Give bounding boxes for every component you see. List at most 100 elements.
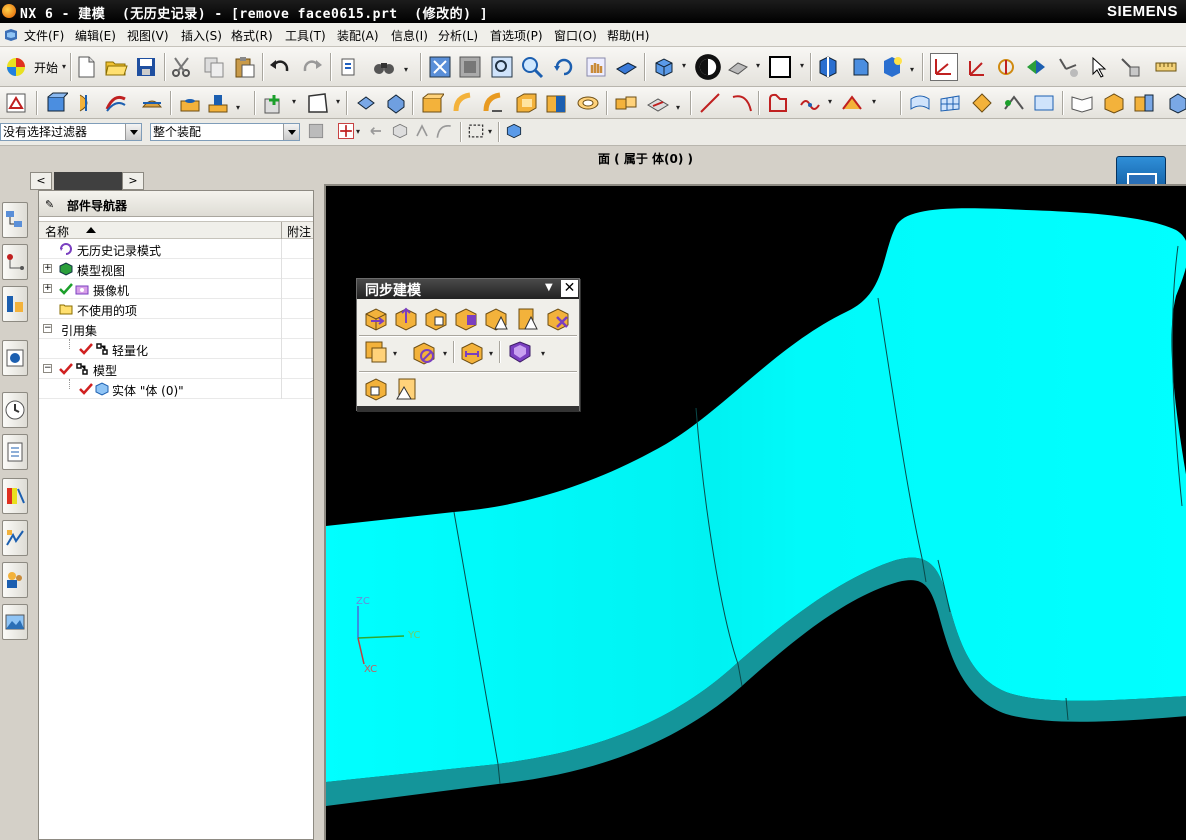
snap-point-button[interactable] [336, 121, 356, 141]
palette-titlebar[interactable]: 同步建模 ▼ ✕ [357, 279, 579, 299]
expand-button[interactable]: + [43, 284, 52, 293]
datum-dropdown-arrow[interactable]: ▾ [292, 97, 296, 106]
menu-preferences[interactable]: 首选项(P) [488, 27, 545, 44]
relate-dropdown-arrow[interactable]: ▾ [443, 349, 447, 358]
tree-row[interactable]: + 摄像机 [39, 279, 313, 299]
wcs-orient-button[interactable] [1024, 55, 1048, 79]
scroll-thumb[interactable] [54, 172, 126, 190]
subtract-button[interactable] [384, 91, 408, 115]
wcs-save-button[interactable] [1056, 55, 1080, 79]
undo-button[interactable] [268, 55, 292, 79]
offset-region-button[interactable] [423, 305, 449, 331]
replace-face-button[interactable] [453, 305, 479, 331]
menu-information[interactable]: 信息(I) [389, 27, 430, 44]
tab-constraint-navigator[interactable] [2, 244, 28, 280]
orient-view-dropdown-arrow[interactable]: ▾ [682, 61, 686, 70]
trim-body-button[interactable] [140, 91, 164, 115]
collapse-button[interactable]: − [43, 364, 52, 373]
make-coplanar-button[interactable] [411, 339, 437, 365]
unite-button[interactable] [354, 91, 378, 115]
chevron-down-icon[interactable] [125, 124, 141, 140]
start-button[interactable] [4, 55, 28, 79]
feature-dropdown-arrow[interactable]: ▾ [236, 103, 240, 112]
pull-face-button[interactable] [393, 305, 419, 331]
tab-visualization[interactable] [2, 478, 28, 514]
show-related-face-button[interactable] [393, 375, 419, 401]
assembly-scope-dropdown[interactable]: 整个装配 [150, 123, 300, 141]
draft-button[interactable] [482, 91, 506, 115]
extrude-button[interactable] [44, 91, 70, 115]
offset-face-button[interactable] [544, 91, 568, 115]
sketch-button[interactable] [4, 91, 28, 115]
whole-assembly-button[interactable] [504, 121, 524, 141]
tree-row[interactable]: 不使用的项 [39, 299, 313, 319]
collapse-button[interactable]: − [43, 324, 52, 333]
shell-body-button[interactable] [507, 339, 533, 365]
datum-button[interactable] [262, 91, 286, 115]
wcs-display-button[interactable] [930, 53, 958, 81]
shell-button[interactable] [514, 91, 538, 115]
scroll-left-button[interactable]: < [30, 172, 52, 190]
tab-system-scenes[interactable] [2, 604, 28, 640]
render-style-button[interactable] [694, 53, 722, 81]
zoom-in-out-button[interactable] [520, 55, 544, 79]
tab-history[interactable] [2, 392, 28, 428]
n-sided-surface-button[interactable] [1032, 91, 1056, 115]
copy-button[interactable] [202, 55, 226, 79]
chamfer-button[interactable] [452, 91, 476, 115]
start-label[interactable]: 开始 [34, 59, 58, 76]
intersect-curve-button[interactable] [840, 91, 864, 115]
find-button[interactable] [372, 55, 396, 79]
edge-display-button[interactable] [768, 55, 792, 79]
thicken-button[interactable] [576, 91, 600, 115]
system-menu-icon[interactable] [4, 28, 18, 42]
start-dropdown-arrow[interactable]: ▾ [62, 62, 66, 71]
project-curve-button[interactable] [798, 91, 822, 115]
scroll-right-button[interactable]: > [122, 172, 144, 190]
save-button[interactable] [134, 55, 158, 79]
mirror-button[interactable] [646, 91, 670, 115]
expand-button[interactable]: + [43, 264, 52, 273]
menu-view[interactable]: 视图(V) [125, 27, 171, 44]
perspective-button[interactable] [614, 55, 638, 79]
tab-system-materials[interactable] [2, 434, 28, 470]
chevron-down-icon[interactable] [283, 124, 299, 140]
sheet-metal-button[interactable] [1132, 91, 1156, 115]
snap-button[interactable] [1118, 55, 1142, 79]
instance-button[interactable] [614, 91, 638, 115]
orient-view-button[interactable] [652, 55, 676, 79]
menu-window[interactable]: 窗口(O) [552, 27, 599, 44]
intersect-dropdown-arrow[interactable]: ▾ [872, 97, 876, 106]
hole-button[interactable] [178, 91, 202, 115]
menu-format[interactable]: 格式(R) [229, 27, 275, 44]
menu-help[interactable]: 帮助(H) [605, 27, 651, 44]
pan-button[interactable] [584, 55, 608, 79]
group-face-button[interactable] [363, 375, 389, 401]
wcs-origin-button[interactable] [964, 55, 988, 79]
selection-filter-dropdown[interactable]: 没有选择过滤器 [0, 123, 142, 141]
menu-insert[interactable]: 插入(S) [179, 27, 224, 44]
boss-button[interactable] [206, 91, 230, 115]
move-face-button[interactable] [363, 305, 389, 331]
tab-part-navigator[interactable] [2, 286, 28, 322]
menu-edit[interactable]: 编辑(E) [73, 27, 118, 44]
point-select-button[interactable] [412, 121, 432, 141]
tab-process-studio[interactable] [2, 520, 28, 556]
tab-roles[interactable] [2, 562, 28, 598]
copy-face-button[interactable] [363, 339, 389, 365]
section-view-button[interactable] [816, 55, 840, 79]
shape-studio-button[interactable] [1102, 91, 1126, 115]
tree-row[interactable]: + 模型视图 [39, 259, 313, 279]
rotate-button[interactable] [552, 55, 576, 79]
select-button[interactable] [1088, 55, 1112, 79]
solid-select-button[interactable] [390, 121, 410, 141]
column-attach-header[interactable]: 附注 [287, 223, 311, 240]
shell-dropdown-arrow[interactable]: ▾ [541, 349, 545, 358]
open-button[interactable] [104, 55, 128, 79]
swept-surface-button[interactable] [970, 91, 994, 115]
fit-button[interactable] [428, 55, 452, 79]
sweep-button[interactable] [104, 91, 128, 115]
tree-row[interactable]: 轻量化 [39, 339, 313, 359]
zoom-button[interactable] [490, 55, 514, 79]
column-divider[interactable] [281, 222, 282, 240]
